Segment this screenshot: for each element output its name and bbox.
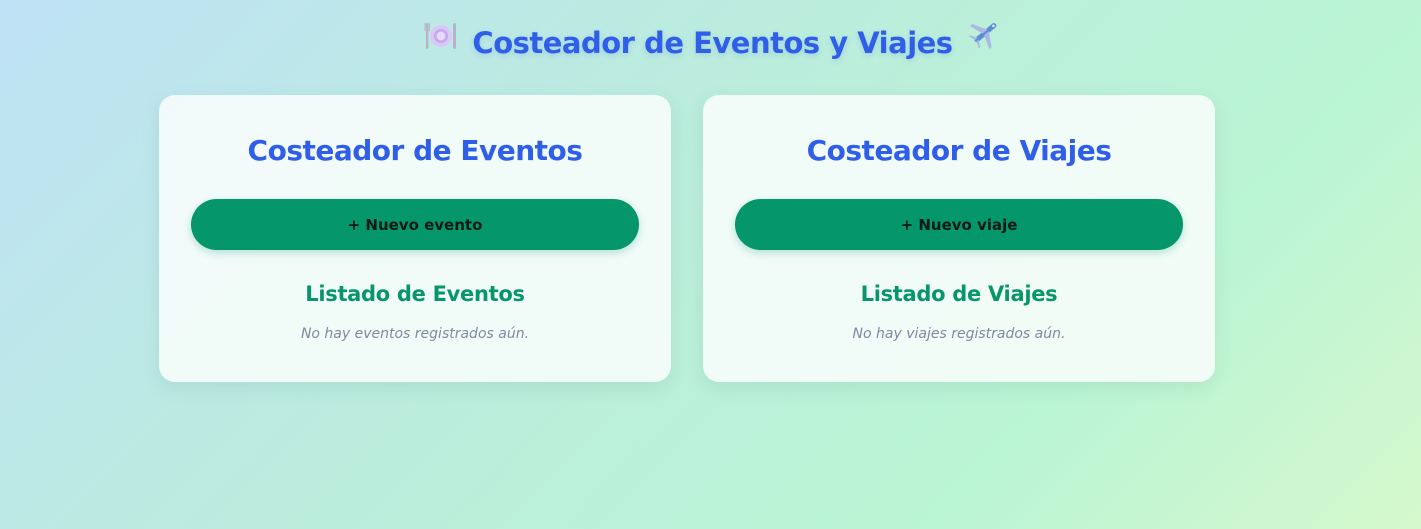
- trips-empty-message: No hay viajes registrados aún.: [852, 326, 1066, 342]
- trips-card: Costeador de Viajes + Nuevo viaje Listad…: [703, 95, 1215, 382]
- airplane-icon: [967, 15, 1003, 51]
- plate-with-cutlery-icon: [424, 18, 458, 52]
- page-header: Costeador de Eventos y Viajes: [0, 16, 1421, 60]
- new-event-button[interactable]: + Nuevo evento: [191, 199, 639, 250]
- trips-list-title: Listado de Viajes: [860, 282, 1058, 306]
- events-card: Costeador de Eventos + Nuevo evento List…: [159, 95, 671, 382]
- new-trip-button[interactable]: + Nuevo viaje: [735, 199, 1183, 250]
- cards-container: Costeador de Eventos + Nuevo evento List…: [159, 95, 1215, 382]
- events-card-title: Costeador de Eventos: [247, 134, 583, 167]
- trips-card-title: Costeador de Viajes: [806, 134, 1112, 167]
- events-empty-message: No hay eventos registrados aún.: [300, 326, 530, 342]
- events-list-title: Listado de Eventos: [305, 282, 525, 306]
- page-title: Costeador de Eventos y Viajes: [472, 26, 953, 60]
